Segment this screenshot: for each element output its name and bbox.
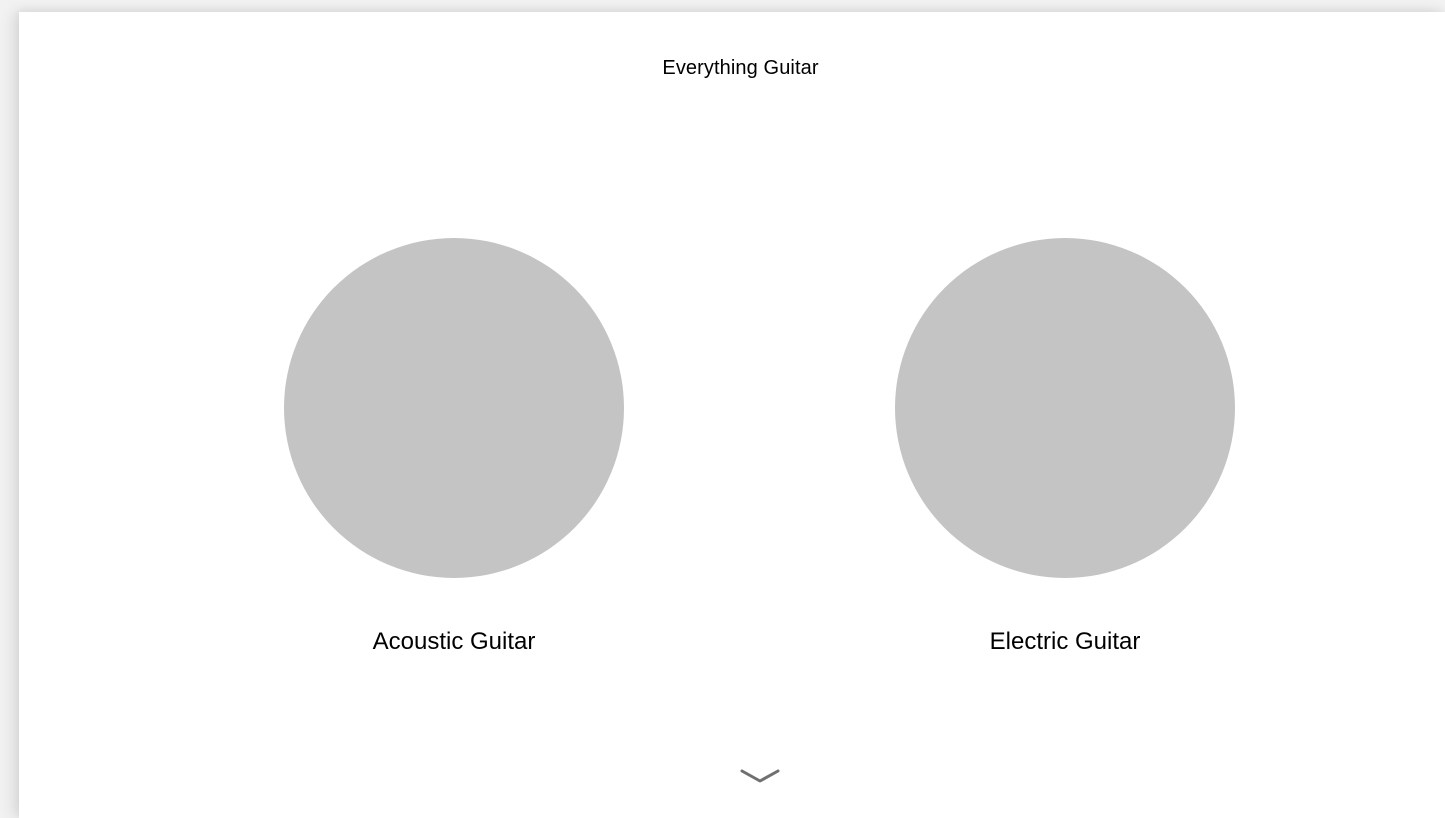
chevron-down-icon (740, 769, 780, 783)
electric-guitar-image-placeholder[interactable] (895, 238, 1235, 578)
site-title: Everything Guitar (662, 57, 819, 79)
page-container: Everything Guitar Acoustic Guitar Electr… (19, 12, 1445, 818)
category-card-electric-guitar[interactable]: Electric Guitar (895, 238, 1235, 655)
electric-guitar-label[interactable]: Electric Guitar (835, 628, 1295, 656)
acoustic-guitar-image-placeholder[interactable] (284, 238, 624, 578)
acoustic-guitar-label[interactable]: Acoustic Guitar (224, 628, 684, 656)
scroll-down-button[interactable] (738, 764, 782, 788)
category-card-acoustic-guitar[interactable]: Acoustic Guitar (284, 238, 624, 655)
